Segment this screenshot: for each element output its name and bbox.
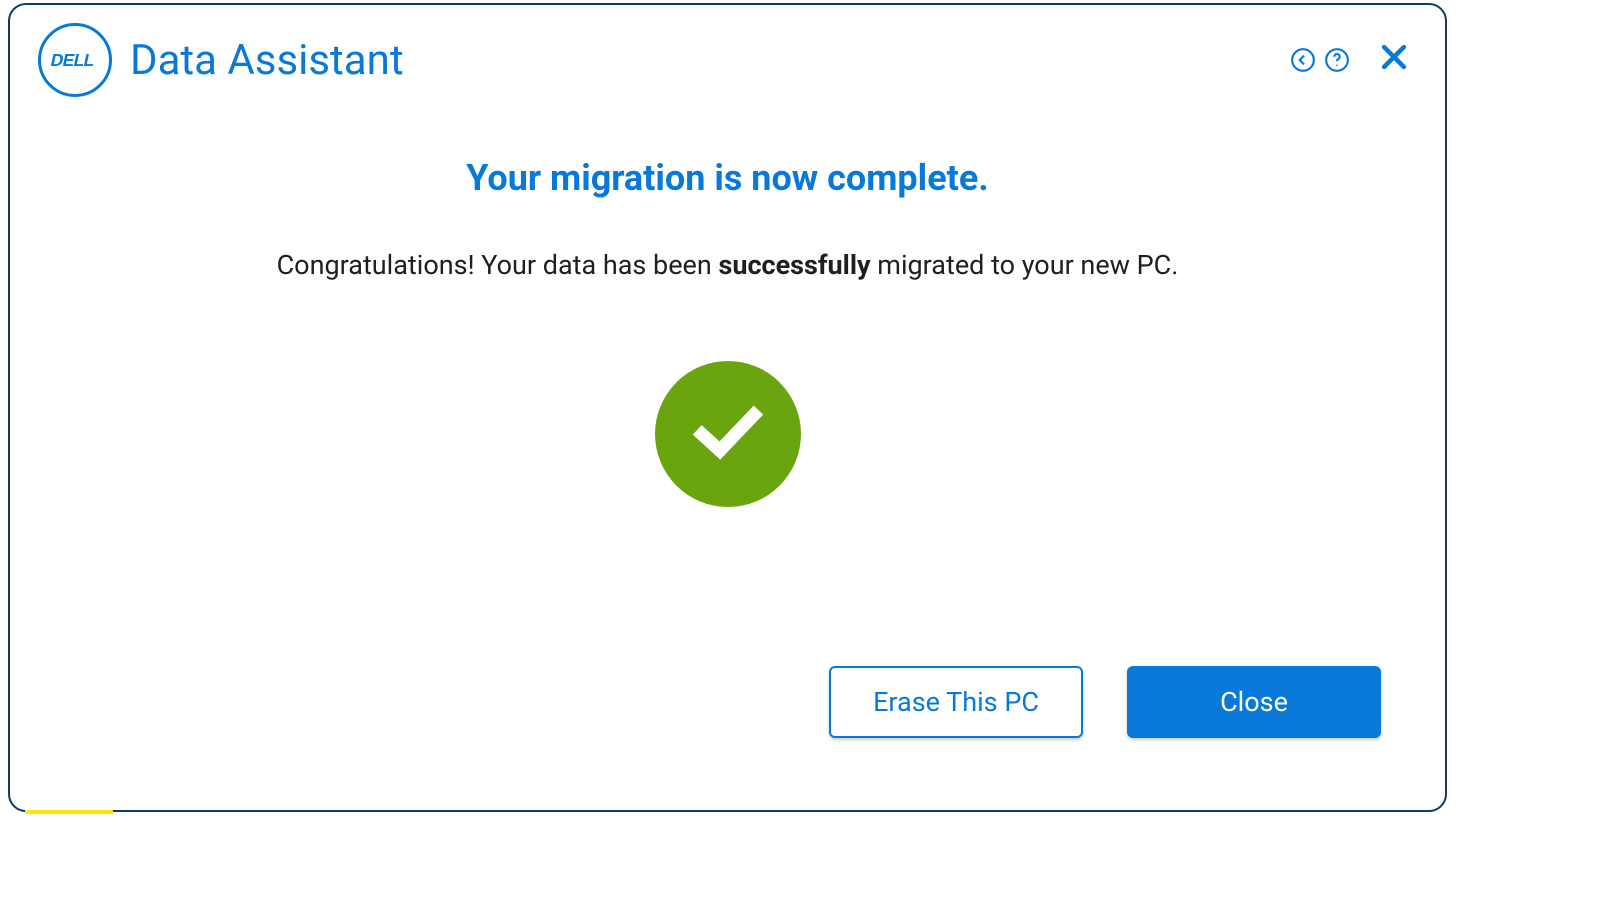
headline: Your migration is now complete. <box>466 157 988 199</box>
back-button[interactable] <box>1289 46 1317 74</box>
footer: Erase This PC Close <box>10 666 1445 810</box>
success-checkmark-icon <box>655 361 801 507</box>
dell-logo-icon: DELL <box>38 23 112 97</box>
header-controls <box>1289 40 1417 80</box>
header: DELL Data Assistant <box>10 5 1445 95</box>
subtext-suffix: migrated to your new PC. <box>871 249 1179 281</box>
help-button[interactable] <box>1323 46 1351 74</box>
svg-text:DELL: DELL <box>49 50 97 70</box>
erase-this-pc-button[interactable]: Erase This PC <box>829 666 1083 738</box>
app-title: Data Assistant <box>130 36 404 85</box>
subtext: Congratulations! Your data has been succ… <box>277 249 1179 281</box>
close-button[interactable]: Close <box>1127 666 1381 738</box>
subtext-prefix: Congratulations! Your data has been <box>277 249 719 281</box>
subtext-strong: successfully <box>718 249 870 281</box>
main-content: Your migration is now complete. Congratu… <box>10 95 1445 666</box>
close-window-button[interactable] <box>1377 40 1417 80</box>
accent-bar <box>25 810 113 814</box>
app-window: DELL Data Assistant <box>8 3 1447 812</box>
